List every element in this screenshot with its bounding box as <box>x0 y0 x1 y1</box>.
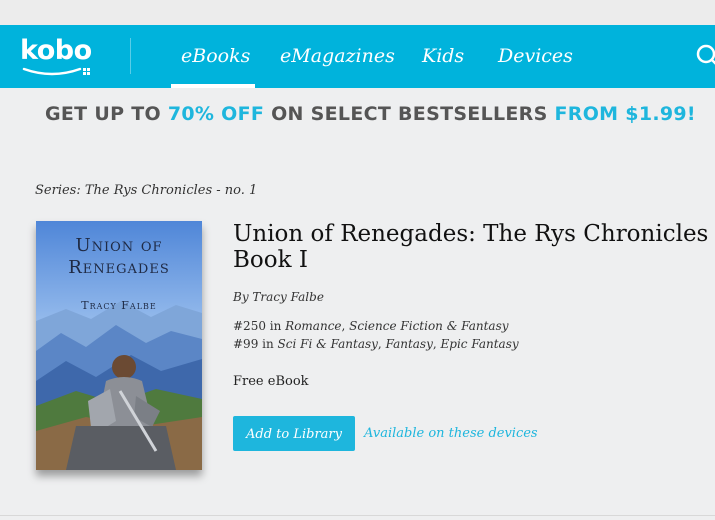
cover-title: Union of Renegades <box>36 235 202 279</box>
kobo-logo[interactable]: kobo <box>18 35 96 79</box>
logo-smile-icon <box>22 67 90 76</box>
cover-title-line2: Renegades <box>68 257 170 278</box>
promo-highlight-discount: 70% OFF <box>167 103 265 125</box>
rank-category-link[interactable]: Fantasy <box>386 337 433 351</box>
series-label[interactable]: Series: The Rys Chronicles - no. 1 <box>35 183 257 198</box>
available-devices-link[interactable]: Available on these devices <box>364 426 538 441</box>
ranking-row-2: #99 in Sci Fi & Fantasy, Fantasy, Epic F… <box>233 337 519 351</box>
search-icon[interactable] <box>695 43 715 69</box>
price-label: Free eBook <box>233 374 309 389</box>
top-nav-bar: kobo eBooks eMagazines Kids Devices <box>0 25 715 88</box>
promo-banner[interactable]: GET UP TO 70% OFF ON SELECT BESTSELLERS … <box>45 103 696 125</box>
book-title: Union of Renegades: The Rys Chronicles B… <box>233 221 709 273</box>
ranking-row-1: #250 in Romance, Science Fiction & Fanta… <box>233 319 509 333</box>
divider-line <box>0 515 715 516</box>
author-link[interactable]: Tracy Falbe <box>252 290 324 304</box>
cover-author: Tracy Falbe <box>81 299 157 312</box>
rank-number: #99 <box>233 337 259 351</box>
rank-category-link[interactable]: Science Fiction & Fantasy <box>349 319 508 333</box>
nav-item-emagazines[interactable]: eMagazines <box>280 43 395 69</box>
nav-item-kids[interactable]: Kids <box>422 43 464 69</box>
promo-text-2: ON SELECT BESTSELLERS <box>264 103 555 125</box>
author-line: By Tracy Falbe <box>233 290 324 304</box>
rank-category-link[interactable]: Sci Fi & Fantasy <box>278 337 378 351</box>
rank-number: #250 <box>233 319 266 333</box>
book-cover[interactable]: Union of Renegades Tracy Falbe <box>36 221 202 470</box>
rank-category-link[interactable]: Romance <box>285 319 341 333</box>
rank-category-link[interactable]: Epic Fantasy <box>441 337 519 351</box>
nav-divider <box>130 38 131 74</box>
promo-highlight-price: FROM $1.99! <box>554 103 696 125</box>
nav-item-ebooks[interactable]: eBooks <box>181 43 250 69</box>
rank-in-text: in <box>265 319 286 333</box>
browser-top-strip <box>0 0 715 25</box>
rank-in-text: in <box>258 337 278 351</box>
nav-item-devices[interactable]: Devices <box>498 43 573 69</box>
active-nav-indicator <box>171 84 255 88</box>
add-to-library-button[interactable]: Add to Library <box>233 416 355 451</box>
promo-text-1: GET UP TO <box>45 103 168 125</box>
cover-title-line1: Union of <box>75 235 163 256</box>
logo-text: kobo <box>20 35 92 66</box>
author-prefix: By <box>233 290 253 304</box>
